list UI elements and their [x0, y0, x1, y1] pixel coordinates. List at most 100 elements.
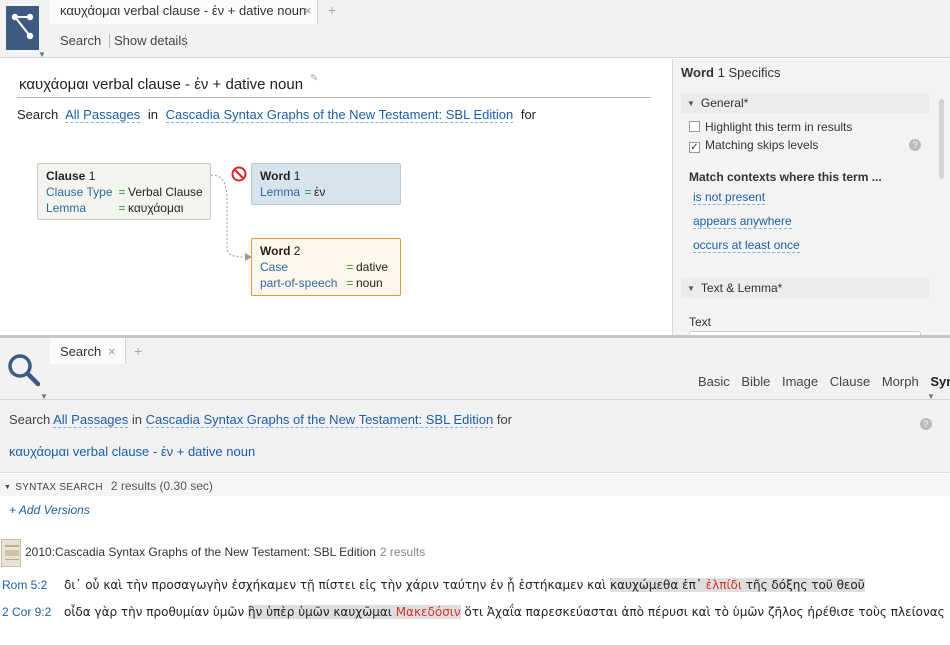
property-value: noun — [356, 276, 383, 290]
search-scope-row: Search All Passages in Cascadia Syntax G… — [9, 412, 512, 428]
tab-basic[interactable]: Basic — [698, 374, 730, 389]
word1-node[interactable]: Word 1 Lemma = ἐν — [251, 163, 401, 205]
verse-text: δι᾽ οὗ καὶ τὴν προσαγωγὴν ἐσχήκαμεν τῇ π… — [64, 578, 865, 592]
verse-reference-link[interactable]: 2 Cor 9:2 — [2, 605, 51, 619]
verse-match-highlight: ἣν ὑπὲρ ὑμῶν καυχῶμαι — [248, 605, 396, 619]
results-title: ▼ SYNTAX SEARCH 2 results (0.30 sec) — [4, 479, 213, 493]
edition-header: 2010:Cascadia Syntax Graphs of the New T… — [25, 545, 425, 559]
edition-result-count: 2 results — [379, 545, 426, 559]
search-icon[interactable] — [6, 352, 42, 388]
node-row: part-of-speech = noun — [260, 275, 392, 291]
book-cover-icon[interactable] — [1, 539, 21, 567]
app-menu-caret-icon[interactable]: ▼ — [38, 50, 46, 59]
bottom-tab-bar: ▼ Search × + Basic Bible Image Clause Mo… — [0, 338, 950, 401]
query-title[interactable]: καυχάομαι verbal clause - ἐν + dative no… — [19, 76, 303, 93]
verse-reference-link[interactable]: Rom 5:2 — [2, 578, 47, 592]
node-number: 1 — [88, 169, 96, 183]
property-value: Verbal Clause — [128, 185, 203, 199]
verse-text-post: τῆς δόξης τοῦ θεοῦ — [741, 578, 865, 592]
close-icon[interactable]: × — [108, 344, 116, 359]
tab-search[interactable]: Search × — [50, 338, 126, 364]
equals-sign: = — [346, 260, 354, 274]
title-underline — [17, 97, 651, 98]
skips-levels-checkbox[interactable]: ✓ — [689, 142, 700, 153]
in-label: in — [131, 412, 143, 427]
equals-sign: = — [118, 185, 126, 199]
syntax-search-app-icon[interactable] — [6, 6, 39, 50]
verse-text-pre: δι᾽ οὗ καὶ τὴν προσαγωγὴν ἐσχήκαμεν τῇ π… — [64, 578, 611, 592]
verse-text: οἶδα γὰρ τὴν προθυμίαν ὑμῶν ἣν ὑπὲρ ὑμῶν… — [64, 605, 945, 619]
collapse-triangle-icon: ▼ — [4, 484, 12, 491]
help-icon[interactable]: ? — [920, 418, 932, 430]
resource-dropdown[interactable]: Cascadia Syntax Graphs of the New Testam… — [145, 412, 494, 428]
for-label: for — [520, 107, 537, 122]
property-key: part-of-speech — [260, 276, 338, 290]
verse-text-pre: οἶδα γὰρ τὴν προθυμίαν ὑμῶν — [64, 605, 248, 619]
tab-syntax-query[interactable]: καυχάομαι verbal clause - ἐν + dative no… — [50, 0, 318, 24]
toolbar-divider — [109, 34, 110, 48]
clause-node[interactable]: Clause 1 Clause Type = Verbal Clause Lemma… — [37, 163, 211, 220]
specifics-title-word: Word — [681, 65, 714, 80]
verse-text-post: ὅτι Ἀχαΐα παρεσκεύασται ἀπὸ πέρυσι καὶ τ… — [460, 605, 945, 619]
highlight-checkbox[interactable] — [689, 121, 700, 132]
option-occurs-at-least-once[interactable]: occurs at least once — [693, 238, 800, 253]
property-key: Case — [260, 260, 289, 274]
node-row: Clause Type = Verbal Clause — [46, 184, 203, 200]
text-lemma-section-header[interactable]: ▼ Text & Lemma* — [681, 278, 929, 298]
verse-match-highlight: καυχώμεθα ἐπ᾽ — [610, 578, 706, 592]
property-key: Lemma — [260, 185, 301, 199]
tab-image[interactable]: Image — [782, 374, 818, 389]
close-icon[interactable]: × — [304, 3, 312, 18]
property-key: Lemma — [46, 201, 87, 215]
word2-node[interactable]: Word 2 Case = dative part-of-speech = noun — [251, 238, 401, 296]
property-value: καυχάομαι — [128, 201, 184, 215]
search-label: Search — [17, 107, 59, 122]
search-type-tabs: Basic Bible Image Clause Morph Syntax — [690, 374, 950, 389]
add-tab-icon[interactable]: + — [134, 343, 142, 359]
search-scope-row: Search All Passages in Cascadia Syntax G… — [17, 107, 540, 123]
general-section-header[interactable]: ▼ General* — [681, 93, 929, 113]
specifics-title: Word 1 Specifics — [681, 65, 780, 80]
edition-title: 2010:Cascadia Syntax Graphs of the New T… — [25, 545, 376, 559]
equals-sign: = — [346, 276, 354, 290]
tab-title: Search — [60, 344, 102, 359]
tab-morph[interactable]: Morph — [882, 374, 919, 389]
text-field-label: Text — [689, 315, 712, 329]
resource-dropdown[interactable]: Cascadia Syntax Graphs of the New Testam… — [165, 107, 514, 123]
help-icon[interactable]: ? — [909, 139, 921, 151]
node-label: Word — [260, 244, 291, 258]
section-label: Text & Lemma* — [700, 281, 783, 295]
results-header[interactable]: ▼ SYNTAX SEARCH 2 results (0.30 sec) — [0, 474, 950, 496]
skips-levels-option[interactable]: ✓ Matching skips levels — [689, 138, 818, 153]
edit-pencil-icon[interactable]: ✎ — [310, 73, 318, 84]
option-appears-anywhere[interactable]: appears anywhere — [693, 214, 792, 229]
tab-clause[interactable]: Clause — [830, 374, 870, 389]
node-number: 2 — [293, 244, 301, 258]
results-count: 2 results (0.30 sec) — [110, 479, 213, 493]
tab-title: καυχάομαι verbal clause - ἐν + dative no… — [60, 3, 307, 18]
toolbar-search-button[interactable]: Search — [60, 33, 101, 48]
in-label: in — [147, 107, 159, 122]
saved-query-link[interactable]: καυχάομαι verbal clause - ἐν + dative no… — [9, 444, 255, 459]
highlight-option[interactable]: Highlight this term in results — [689, 120, 852, 134]
property-key: Clause Type — [46, 185, 113, 199]
passages-dropdown[interactable]: All Passages — [53, 412, 129, 428]
verse-match-target: ἐλπίδι — [705, 578, 742, 592]
not-present-icon[interactable] — [231, 166, 247, 182]
option-not-present[interactable]: is not present — [693, 190, 766, 205]
checkbox-label: Highlight this term in results — [705, 120, 853, 134]
top-tab-bar: ▼ καυχάομαι verbal clause - ἐν + dative … — [0, 0, 950, 59]
property-value: dative — [356, 260, 389, 274]
node-row: Case = dative — [260, 259, 392, 275]
node-label: Clause — [46, 169, 86, 183]
add-versions-link[interactable]: + Add Versions — [9, 503, 90, 517]
tab-bible[interactable]: Bible — [741, 374, 770, 389]
node-row: Lemma = καυχάομαι — [46, 200, 202, 216]
show-details-button[interactable]: Show details — [114, 33, 188, 48]
passages-dropdown[interactable]: All Passages — [65, 107, 141, 123]
equals-sign: = — [304, 185, 312, 199]
add-tab-icon[interactable]: + — [328, 2, 336, 18]
scrollbar[interactable] — [939, 99, 944, 179]
node-label: Word — [260, 169, 291, 183]
tab-syntax[interactable]: Syntax — [930, 374, 950, 389]
